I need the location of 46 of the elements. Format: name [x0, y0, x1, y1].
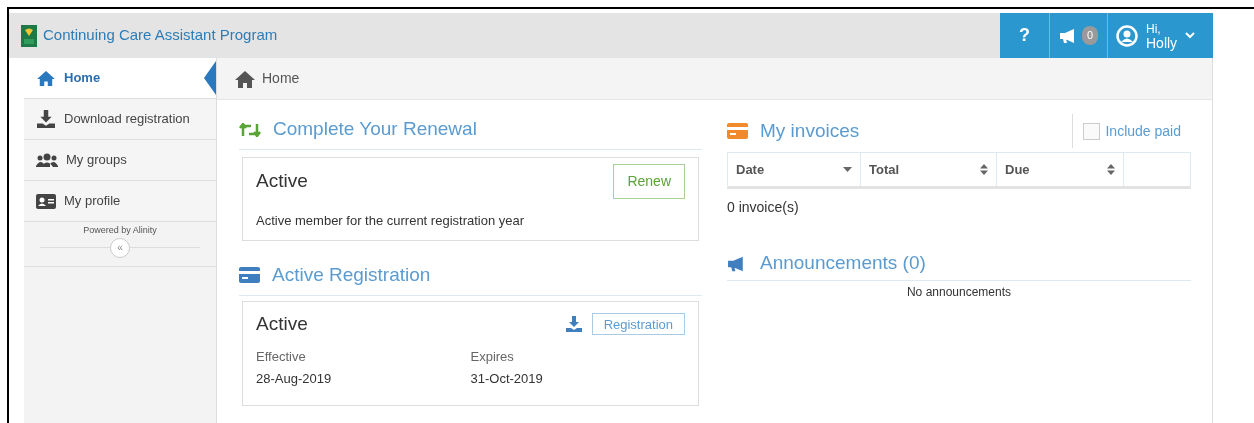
- section-title: Announcements (0): [760, 251, 926, 276]
- sort-icon: [980, 164, 988, 175]
- column-header[interactable]: Total: [861, 153, 997, 186]
- expires-date: 31-Oct-2019: [470, 370, 544, 388]
- help-button[interactable]: ?: [1000, 13, 1050, 58]
- greeting-text: Hi,: [1146, 21, 1162, 36]
- home-icon: [234, 69, 256, 88]
- logo-icon: [21, 24, 37, 47]
- home-icon: [36, 70, 56, 86]
- include-paid-checkbox[interactable]: [1083, 122, 1101, 140]
- download-icon[interactable]: [565, 316, 582, 333]
- card-icon: [727, 123, 748, 139]
- count-badge: 0: [1081, 26, 1099, 45]
- sidebar-item[interactable]: Home: [24, 58, 216, 99]
- effective-label: Effective: [256, 347, 307, 366]
- column-header[interactable]: Due: [997, 153, 1124, 186]
- app-title[interactable]: Continuing Care Assistant Program: [43, 24, 278, 47]
- registration-button[interactable]: Registration: [591, 313, 685, 336]
- invoice-count: 0 invoice(s): [727, 198, 800, 217]
- sort-down-icon: [843, 167, 852, 172]
- chevron-down-icon: [1185, 32, 1196, 39]
- section-title: Active Registration: [272, 262, 431, 287]
- sort-icon: [1107, 164, 1115, 175]
- user-icon: [1116, 24, 1138, 47]
- effective-date: 28-Aug-2019: [256, 370, 333, 388]
- status-text: Active: [256, 169, 308, 193]
- include-paid-label[interactable]: Include paid: [1105, 120, 1181, 142]
- expires-label: Expires: [470, 347, 515, 366]
- status-text: Active: [256, 312, 309, 336]
- powered-by-text: Powered by Alinity: [83, 224, 157, 237]
- column-header[interactable]: Date: [728, 153, 861, 186]
- id-card-icon: [36, 193, 56, 209]
- description-text: Active member for the current registration year: [256, 212, 526, 230]
- breadcrumb[interactable]: Home: [262, 68, 300, 89]
- renew-button[interactable]: Renew: [613, 164, 685, 199]
- group-icon: [36, 153, 58, 167]
- user-menu-button[interactable]: Hi, Holly: [1108, 13, 1213, 58]
- announcements-button[interactable]: 0: [1050, 13, 1108, 58]
- card-icon: [239, 267, 260, 283]
- empty-message: No announcements: [906, 284, 1012, 301]
- download-icon: [36, 110, 56, 128]
- section-title: Complete Your Renewal: [273, 117, 477, 142]
- renew-arrows-icon: [239, 122, 261, 137]
- section-title: My invoices: [760, 118, 861, 143]
- user-name: Holly: [1146, 35, 1178, 50]
- collapse-button[interactable]: «: [110, 237, 130, 258]
